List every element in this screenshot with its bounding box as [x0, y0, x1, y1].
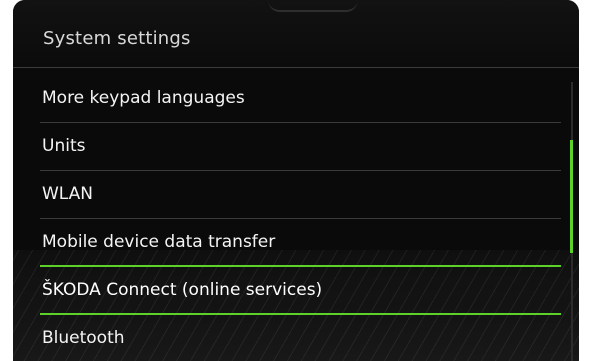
page-title: System settings	[43, 28, 191, 49]
header-bar: System settings	[13, 0, 579, 68]
list-item-more-keypad-languages[interactable]: More keypad languages	[13, 75, 579, 123]
list-item-label: Units	[42, 136, 86, 156]
settings-list: More keypad languages Units WLAN Mobile …	[13, 75, 579, 361]
list-item-mobile-device-data-transfer[interactable]: Mobile device data transfer	[13, 219, 579, 267]
list-item-label: More keypad languages	[42, 88, 245, 108]
infotainment-screen: System settings More keypad languages Un…	[0, 0, 592, 361]
list-item-skoda-connect[interactable]: ŠKODA Connect (online services)	[13, 267, 579, 315]
scrollbar-thumb[interactable]	[570, 140, 573, 253]
list-item-units[interactable]: Units	[13, 123, 579, 171]
list-item-wlan[interactable]: WLAN	[13, 171, 579, 219]
list-item-bluetooth[interactable]: Bluetooth	[13, 315, 579, 361]
list-item-label: WLAN	[42, 184, 94, 204]
top-notch-decoration	[268, 0, 358, 12]
list-item-label: Bluetooth	[42, 328, 125, 348]
list-item-label: Mobile device data transfer	[42, 232, 276, 252]
list-item-label: ŠKODA Connect (online services)	[42, 280, 323, 300]
display-panel: System settings More keypad languages Un…	[13, 0, 579, 361]
